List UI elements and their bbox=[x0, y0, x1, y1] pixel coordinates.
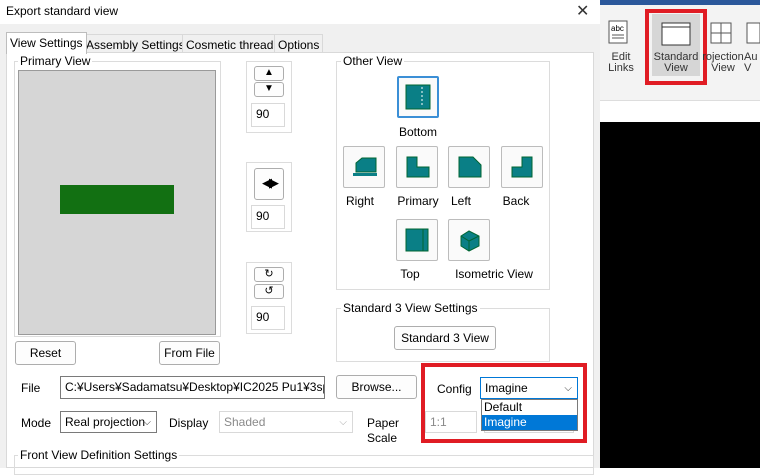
paper-scale-label-line2: Scale bbox=[367, 431, 398, 445]
file-path-input[interactable]: C:¥Users¥Sadamatsu¥Desktop¥IC2025 Pu1¥3s… bbox=[60, 376, 325, 399]
rotate-cw-button[interactable]: ↻ bbox=[254, 267, 284, 282]
other-view-label: Other View bbox=[341, 54, 405, 68]
edit-links-label[interactable]: Edit Links bbox=[604, 52, 638, 74]
view-right-button[interactable] bbox=[343, 146, 385, 188]
aux-view-label[interactable]: Au V bbox=[744, 52, 760, 74]
tab-options[interactable]: Options bbox=[274, 34, 324, 54]
paper-scale-label-line1: Paper bbox=[367, 416, 400, 430]
ribbon-group-strip bbox=[600, 100, 760, 122]
primary-view-preview bbox=[18, 70, 216, 335]
view-back-label: Back bbox=[502, 194, 530, 208]
arrow-up-icon: ▲ bbox=[264, 67, 274, 78]
rotate-leftright-button[interactable]: ◀▶ bbox=[254, 168, 284, 200]
from-file-button[interactable]: From File bbox=[159, 341, 220, 365]
rotate-up-button[interactable]: ▲ bbox=[254, 66, 284, 81]
standard3-label: Standard 3 View Settings bbox=[341, 301, 480, 315]
tab-assembly-settings[interactable]: Assembly Settings bbox=[82, 34, 189, 54]
display-value: Shaded bbox=[224, 415, 266, 429]
drawing-canvas[interactable] bbox=[600, 122, 760, 468]
display-label: Display bbox=[169, 416, 209, 430]
projection-view-label[interactable]: rojection View bbox=[702, 52, 744, 74]
right-view-icon bbox=[353, 157, 377, 176]
ribbon-accent-bar bbox=[600, 0, 760, 5]
dialog-title: Export standard view bbox=[6, 4, 119, 18]
svg-text:abc: abc bbox=[611, 24, 624, 33]
top-view-icon bbox=[405, 228, 429, 252]
rotate-cw-icon: ↻ bbox=[264, 268, 274, 280]
chevron-down-icon: ⌵ bbox=[143, 417, 151, 428]
isometric-view-icon bbox=[460, 230, 480, 252]
close-icon[interactable]: ✕ bbox=[576, 1, 589, 21]
primary-view-icon bbox=[406, 156, 430, 178]
view-isometric-button[interactable] bbox=[448, 219, 490, 261]
view-primary-button[interactable] bbox=[396, 146, 438, 188]
export-dialog: Export standard view ✕ View Settings Ass… bbox=[0, 0, 600, 475]
left-view-icon bbox=[458, 156, 482, 178]
rotate-ccw-icon: ↺ bbox=[264, 285, 274, 297]
browse-button[interactable]: Browse... bbox=[336, 375, 417, 399]
part-shape bbox=[60, 185, 174, 214]
ribbon: abc Edit Links Standard View rojection View… bbox=[600, 0, 760, 122]
rotate-horizontal-input[interactable]: 90 bbox=[251, 205, 285, 229]
back-view-icon bbox=[511, 156, 533, 178]
arrow-down-icon: ▼ bbox=[264, 83, 274, 94]
mode-select[interactable]: Real projection ⌵ bbox=[60, 411, 157, 433]
chevron-down-icon: ⌵ bbox=[339, 417, 347, 428]
view-back-button[interactable] bbox=[501, 146, 543, 188]
view-left-button[interactable] bbox=[448, 146, 490, 188]
standard3-view-button[interactable]: Standard 3 View bbox=[394, 326, 496, 350]
tab-view-settings[interactable]: View Settings bbox=[6, 32, 87, 54]
config-highlight-box bbox=[421, 363, 587, 443]
tab-cosmetic-thread[interactable]: Cosmetic thread bbox=[182, 34, 278, 54]
bottom-view-icon bbox=[405, 84, 431, 110]
front-view-definition-label: Front View Definition Settings bbox=[18, 448, 180, 462]
view-isometric-label: Isometric View bbox=[455, 267, 533, 281]
mode-label: Mode bbox=[21, 416, 52, 430]
view-top-button[interactable] bbox=[396, 219, 438, 261]
rotate-ccw-button[interactable]: ↺ bbox=[254, 284, 284, 299]
mode-value: Real projection bbox=[65, 415, 146, 429]
primary-view-label: Primary View bbox=[18, 54, 93, 68]
rotate-vertical-input[interactable]: 90 bbox=[251, 103, 285, 127]
rotate-inplane-input[interactable]: 90 bbox=[251, 306, 285, 330]
rotate-down-button[interactable]: ▼ bbox=[254, 82, 284, 97]
view-bottom-button[interactable] bbox=[397, 76, 439, 118]
display-select[interactable]: Shaded ⌵ bbox=[219, 411, 353, 433]
title-bar: Export standard view ✕ bbox=[0, 0, 600, 24]
standard-view-highlight-box bbox=[645, 9, 707, 85]
file-label: File bbox=[21, 381, 41, 395]
edit-links-icon[interactable]: abc bbox=[608, 20, 630, 47]
aux-view-icon[interactable] bbox=[746, 22, 760, 47]
view-top-label: Top bbox=[400, 267, 420, 281]
projection-view-icon[interactable] bbox=[710, 22, 732, 47]
reset-button[interactable]: Reset bbox=[15, 341, 76, 365]
view-bottom-label: Bottom bbox=[398, 125, 437, 139]
arrow-left-right-icon: ◀▶ bbox=[262, 175, 279, 190]
